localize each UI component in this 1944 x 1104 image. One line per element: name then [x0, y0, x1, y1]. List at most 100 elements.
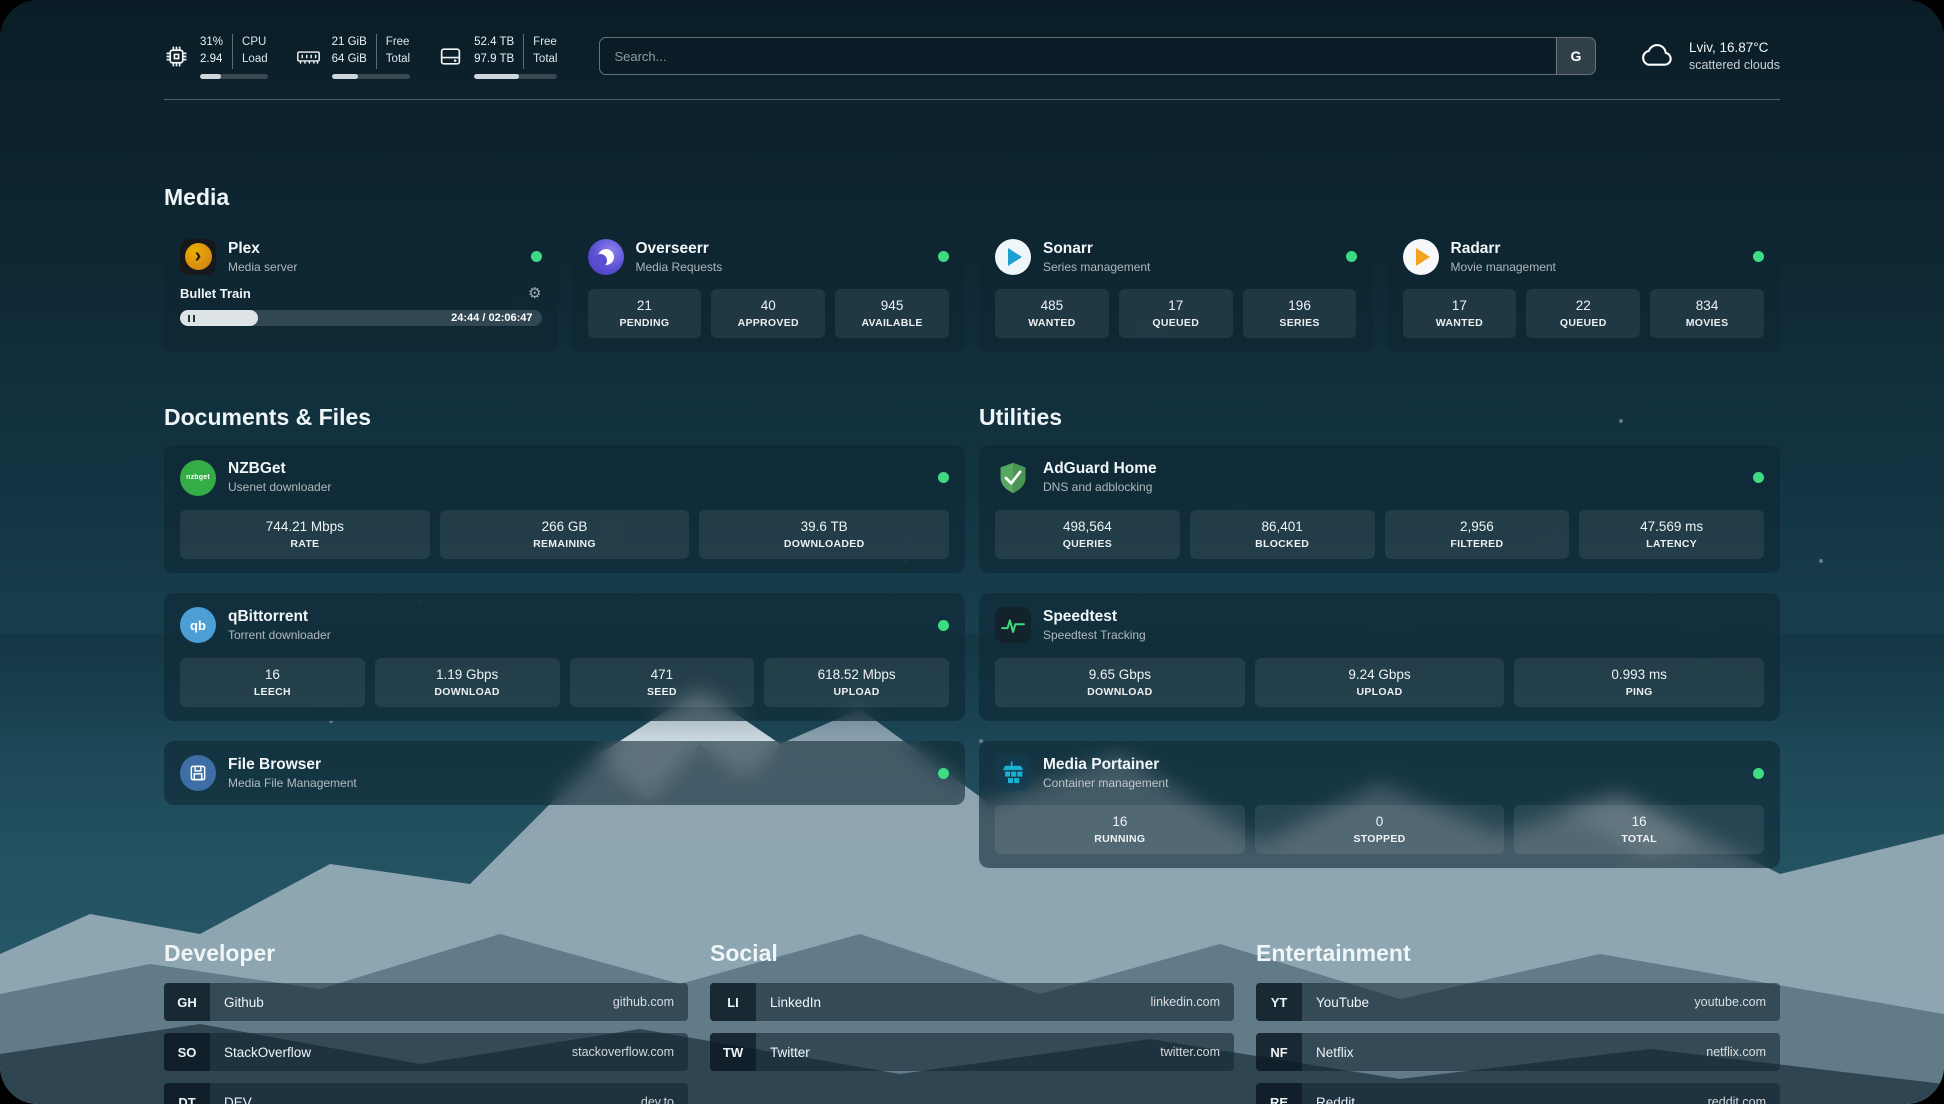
bookmark-twitter[interactable]: TW Twitter twitter.com [710, 1033, 1234, 1071]
status-dot [938, 251, 949, 262]
gear-icon[interactable]: ⚙ [528, 286, 541, 301]
overseerr-icon [588, 239, 624, 275]
service-card-qbittorrent[interactable]: qb qBittorrent Torrent downloader 16 LEE… [164, 593, 965, 721]
service-name: qBittorrent [228, 607, 331, 627]
bookmark-name: StackOverflow [224, 1045, 311, 1060]
bookmark-abbr: RE [1256, 1083, 1302, 1104]
plex-chevron-glyph: › [195, 246, 202, 266]
bookmark-reddit[interactable]: RE Reddit reddit.com [1256, 1083, 1780, 1104]
search-input[interactable] [600, 38, 1556, 74]
stat-blocked: 86,401 BLOCKED [1190, 510, 1375, 559]
bookmark-url: github.com [613, 995, 674, 1009]
service-card-radarr[interactable]: Radarr Movie management 17 WANTED 22 QUE… [1387, 225, 1781, 353]
stat-stopped: 0 STOPPED [1255, 805, 1505, 854]
bookmark-dev[interactable]: DT DEV dev.to [164, 1083, 688, 1104]
bookmark-netflix[interactable]: NF Netflix netflix.com [1256, 1033, 1780, 1071]
section-title-utilities: Utilities [979, 404, 1780, 431]
ram-progress-bar [332, 74, 410, 79]
service-card-speedtest[interactable]: Speedtest Speedtest Tracking 9.65 Gbps D… [979, 593, 1780, 721]
bookmark-name: DEV [224, 1095, 252, 1104]
bookmark-url: stackoverflow.com [572, 1045, 674, 1059]
stat-movies: 834 MOVIES [1650, 289, 1764, 338]
service-card-sonarr[interactable]: Sonarr Series management 485 WANTED 17 Q… [979, 225, 1373, 353]
service-card-portainer[interactable]: Media Portainer Container management 16 … [979, 741, 1780, 869]
stat-queries: 498,564 QUERIES [995, 510, 1180, 559]
service-card-overseerr[interactable]: Overseerr Media Requests 21 PENDING 40 A… [572, 225, 966, 353]
stat-running: 16 RUNNING [995, 805, 1245, 854]
portainer-icon [995, 755, 1031, 791]
stat-queued: 17 QUEUED [1119, 289, 1233, 338]
section-title-social: Social [710, 940, 1234, 967]
service-card-adguard[interactable]: AdGuard Home DNS and adblocking 498,564 … [979, 445, 1780, 573]
search-bar: G [599, 37, 1596, 75]
stat-rate: 744.21 Mbps RATE [180, 510, 430, 559]
status-dot [1346, 251, 1357, 262]
ram-monitor: 21 GiB 64 GiB Free Total [296, 34, 410, 79]
search-engine-button[interactable]: G [1556, 38, 1595, 74]
status-dot [938, 472, 949, 483]
system-monitors: 31% 2.94 CPU Load [164, 34, 557, 79]
stat-upload: 9.24 Gbps UPLOAD [1255, 658, 1505, 707]
service-name: Sonarr [1043, 239, 1150, 259]
cpu-monitor: 31% 2.94 CPU Load [164, 34, 268, 79]
status-dot [1753, 472, 1764, 483]
entertainment-column: Entertainment YT YouTube youtube.com NF … [1256, 940, 1780, 1104]
service-card-plex[interactable]: › Plex Media server Bullet Train ⚙ [164, 225, 558, 353]
service-subtitle: Speedtest Tracking [1043, 628, 1146, 644]
playback-progress[interactable]: 24:44 / 02:06:47 [180, 310, 542, 326]
bookmark-youtube[interactable]: YT YouTube youtube.com [1256, 983, 1780, 1021]
service-card-filebrowser[interactable]: File Browser Media File Management [164, 741, 965, 806]
service-subtitle: Media Requests [636, 260, 723, 276]
disk-monitor: 52.4 TB 97.9 TB Free Total [438, 34, 557, 79]
cpu-progress-bar [200, 74, 268, 79]
bookmark-abbr: LI [710, 983, 756, 1021]
bookmark-abbr: DT [164, 1083, 210, 1104]
stat-queued: 22 QUEUED [1526, 289, 1640, 338]
stat-upload: 618.52 Mbps UPLOAD [764, 658, 949, 707]
weather-widget[interactable]: Lviv, 16.87°C scattered clouds [1638, 39, 1780, 74]
ram-free-value: 21 GiB [332, 34, 367, 51]
bookmark-url: youtube.com [1694, 995, 1766, 1009]
bookmark-abbr: YT [1256, 983, 1302, 1021]
service-card-nzbget[interactable]: nzbget NZBGet Usenet downloader 744.21 M… [164, 445, 965, 573]
service-subtitle: Usenet downloader [228, 480, 331, 496]
stat-latency: 47.569 ms LATENCY [1579, 510, 1764, 559]
stat-ping: 0.993 ms PING [1514, 658, 1764, 707]
service-name: NZBGet [228, 459, 331, 479]
stat-series: 196 SERIES [1243, 289, 1357, 338]
bookmark-stackoverflow[interactable]: SO StackOverflow stackoverflow.com [164, 1033, 688, 1071]
sonarr-icon [995, 239, 1031, 275]
section-title-entertainment: Entertainment [1256, 940, 1780, 967]
snow-specks [0, 0, 2, 2]
bookmark-url: reddit.com [1708, 1095, 1766, 1104]
service-name: AdGuard Home [1043, 459, 1157, 479]
stat-remaining: 266 GB REMAINING [440, 510, 690, 559]
cpu-usage-value: 31% [200, 34, 223, 51]
bookmark-github[interactable]: GH Github github.com [164, 983, 688, 1021]
cpu-load-value: 2.94 [200, 51, 223, 68]
stat-available: 945 AVAILABLE [835, 289, 949, 338]
ram-icon [296, 44, 321, 69]
cpu-icon [164, 44, 189, 69]
now-playing-title: Bullet Train [180, 286, 251, 301]
bookmark-abbr: TW [710, 1033, 756, 1071]
service-name: File Browser [228, 755, 357, 775]
bookmark-url: dev.to [641, 1095, 674, 1104]
bookmark-abbr: NF [1256, 1033, 1302, 1071]
stat-seed: 471 SEED [570, 658, 755, 707]
top-bar: 31% 2.94 CPU Load [164, 0, 1780, 79]
service-name: Speedtest [1043, 607, 1146, 627]
bookmark-linkedin[interactable]: LI LinkedIn linkedin.com [710, 983, 1234, 1021]
disk-free-value: 52.4 TB [474, 34, 514, 51]
bookmark-url: twitter.com [1160, 1045, 1220, 1059]
progress-fill[interactable] [180, 310, 258, 326]
radarr-icon [1403, 239, 1439, 275]
stat-filtered: 2,956 FILTERED [1385, 510, 1570, 559]
service-subtitle: Series management [1043, 260, 1150, 276]
service-name: Media Portainer [1043, 755, 1168, 775]
bookmark-url: netflix.com [1706, 1045, 1766, 1059]
pause-icon [188, 315, 190, 322]
bookmark-name: YouTube [1316, 995, 1369, 1010]
bookmark-name: Github [224, 995, 264, 1010]
stat-wanted: 17 WANTED [1403, 289, 1517, 338]
